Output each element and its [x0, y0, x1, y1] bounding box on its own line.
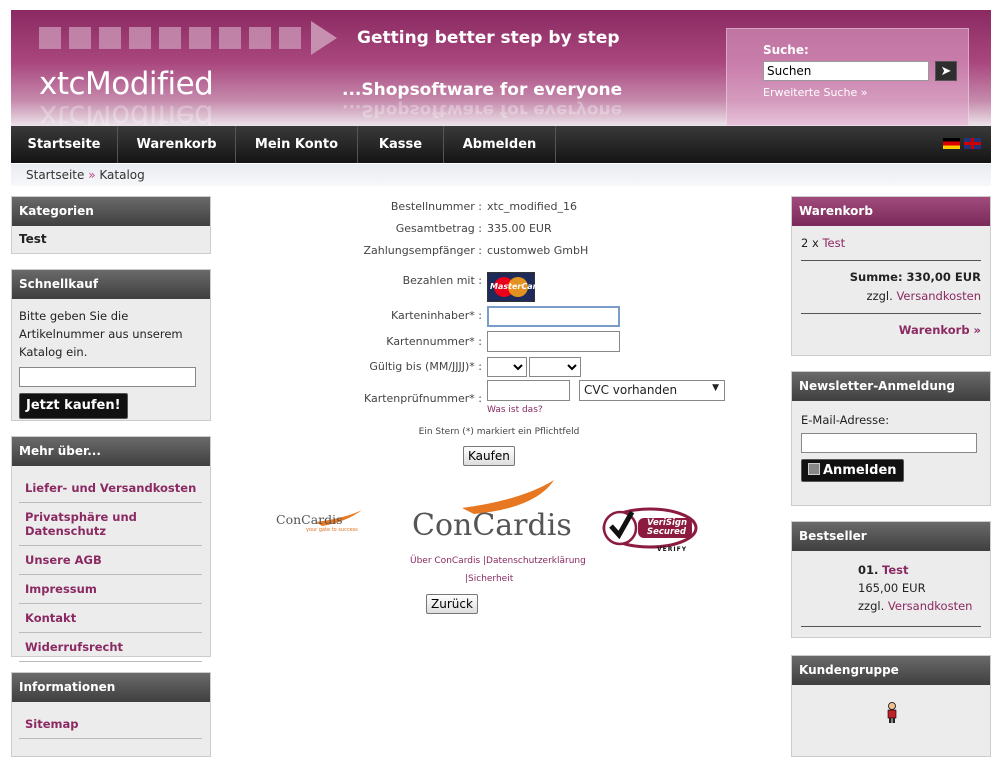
newsletter-subscribe-button[interactable]: Anmelden	[801, 459, 904, 482]
concardis-logo-large: ConCardis	[412, 478, 572, 543]
card-holder-input[interactable]	[487, 306, 620, 327]
bestseller-shipping-link[interactable]: Versandkosten	[888, 599, 973, 613]
bestseller-box: Bestseller 01. Test 165,00 EUR zzgl. Ver…	[791, 521, 991, 638]
order-number-label: Bestellnummer :	[390, 200, 482, 213]
category-item-test[interactable]: Test	[12, 226, 210, 252]
verisign-seal: VeriSign Secured VERIFY	[602, 504, 702, 557]
information-title: Informationen	[12, 673, 210, 702]
card-number-label: Kartennummer* :	[386, 335, 482, 348]
bestseller-title: Bestseller	[792, 522, 990, 551]
header-decoration	[39, 21, 337, 55]
flag-de-icon[interactable]	[943, 138, 960, 149]
link-shipping-costs[interactable]: Liefer- und Versandkosten	[19, 474, 202, 503]
link-imprint[interactable]: Impressum	[19, 575, 202, 604]
categories-box: Kategorien Test	[11, 196, 211, 254]
quickbuy-text: Bitte geben Sie die Artikelnummer aus un…	[19, 309, 183, 359]
link-sitemap[interactable]: Sitemap	[19, 710, 202, 739]
concardis-footer-links[interactable]: Über ConCardis |Datenschutzerklärung	[410, 556, 586, 566]
customer-group-box: Kundengruppe	[791, 655, 991, 757]
guest-user-icon	[885, 702, 899, 727]
cart-item-qty: 2 x	[801, 236, 819, 250]
order-number-value: xtc_modified_16	[487, 200, 578, 213]
search-input[interactable]	[763, 61, 929, 81]
concardis-logo-small: ConCardis your gate to success	[276, 510, 362, 533]
information-box: Informationen Sitemap	[11, 672, 211, 757]
chevron-down-icon: ▼	[712, 383, 719, 393]
newsletter-email-label: E-Mail-Adresse:	[801, 413, 890, 427]
nav-item-warenkorb[interactable]: Warenkorb	[118, 126, 236, 163]
cvc-select[interactable]: CVC vorhanden ▼	[579, 380, 725, 401]
more-about-title: Mehr über...	[12, 437, 210, 466]
quickbuy-title: Schnellkauf	[12, 270, 210, 299]
link-privacy[interactable]: Privatsphäre und Datenschutz	[19, 503, 202, 546]
bestseller-shipping-prefix: zzgl.	[858, 599, 885, 613]
quickbuy-button[interactable]: Jetzt kaufen!	[19, 393, 128, 419]
breadcrumb-separator: »	[88, 168, 96, 182]
link-terms[interactable]: Unsere AGB	[19, 546, 202, 575]
required-note: Ein Stern (*) markiert ein Pflichtfeld	[418, 427, 580, 437]
mastercard-icon: MasterCard	[487, 272, 542, 302]
slogan-line1: Getting better step by step	[357, 28, 620, 48]
bestseller-price: 165,00 EUR	[858, 581, 926, 595]
header-banner: xtcModified xtcModified Getting better s…	[11, 10, 991, 126]
expiry-year-select[interactable]	[529, 357, 581, 377]
bestseller-rank: 01.	[858, 563, 879, 577]
pay-with-label: Bezahlen mit :	[402, 274, 482, 287]
slogan-line2: ...Shopsoftware for everyone	[342, 80, 623, 100]
total-label: Gesamtbetrag :	[395, 222, 482, 235]
security-link[interactable]: |Sicherheit	[465, 574, 513, 584]
back-button[interactable]: Zurück	[426, 594, 478, 614]
more-about-box: Mehr über... Liefer- und Versandkosten P…	[11, 436, 211, 662]
cart-sum: Summe: 330,00 EUR	[801, 260, 981, 284]
search-box: Suche: ➤ Erweiterte Suche »	[726, 28, 969, 126]
site-logo[interactable]: xtcModified	[39, 66, 214, 102]
nav-item-mein-konto[interactable]: Mein Konto	[236, 126, 358, 163]
cvc-help-link[interactable]: Was ist das?	[487, 405, 543, 415]
slogan-reflection: ...Shopsoftware for everyone	[342, 100, 623, 120]
nav-item-kasse[interactable]: Kasse	[358, 126, 444, 163]
cart-title: Warenkorb	[792, 197, 990, 226]
customer-group-title: Kundengruppe	[792, 656, 990, 685]
valid-until-label: Gültig bis (MM/JJJJ)* :	[369, 360, 482, 373]
quickbuy-box: Schnellkauf Bitte geben Sie die Artikeln…	[11, 269, 211, 421]
link-contact[interactable]: Kontakt	[19, 604, 202, 633]
cvc-label: Kartenprüfnummer* :	[363, 392, 482, 405]
cart-shipping-link[interactable]: Versandkosten	[896, 289, 981, 303]
site-logo-reflection: xtcModified	[39, 98, 214, 126]
flag-en-icon[interactable]	[964, 138, 981, 149]
breadcrumb-home[interactable]: Startseite	[26, 168, 84, 182]
cart-item-link[interactable]: Test	[822, 236, 845, 250]
payee-label: Zahlungsempfänger :	[363, 244, 483, 257]
breadcrumb: Startseite » Katalog	[11, 164, 991, 186]
search-label: Suche:	[763, 43, 809, 57]
categories-title: Kategorien	[12, 197, 210, 226]
main-nav: Startseite Warenkorb Mein Konto Kasse Ab…	[11, 126, 991, 163]
bestseller-item-link[interactable]: Test	[882, 563, 908, 577]
total-value: 335.00 EUR	[487, 222, 552, 235]
nav-item-startseite[interactable]: Startseite	[11, 126, 118, 163]
envelope-icon	[808, 463, 820, 475]
quickbuy-input[interactable]	[19, 367, 196, 387]
card-holder-label: Karteninhaber* :	[390, 309, 482, 322]
newsletter-email-input[interactable]	[801, 433, 977, 453]
cvc-input[interactable]	[487, 380, 570, 401]
advanced-search-link[interactable]: Erweiterte Suche »	[763, 86, 968, 99]
verisign-line2: Secured	[647, 527, 687, 537]
cart-item: 2 x Test	[801, 236, 981, 250]
verisign-line3: VERIFY	[657, 546, 688, 553]
nav-item-abmelden[interactable]: Abmelden	[444, 126, 556, 163]
cart-box: Warenkorb 2 x Test Summe: 330,00 EUR zzg…	[791, 196, 991, 356]
buy-button[interactable]: Kaufen	[463, 446, 515, 466]
newsletter-title: Newsletter-Anmeldung	[792, 372, 990, 401]
cart-link[interactable]: Warenkorb »	[899, 323, 981, 337]
newsletter-box: Newsletter-Anmeldung E-Mail-Adresse: Anm…	[791, 371, 991, 506]
arrow-right-icon[interactable]: ➤	[935, 61, 957, 81]
cart-shipping-prefix: zzgl.	[866, 289, 893, 303]
card-number-input[interactable]	[487, 331, 620, 352]
link-withdrawal[interactable]: Widerrufsrecht	[19, 633, 202, 662]
payee-value: customweb GmbH	[487, 244, 589, 257]
breadcrumb-current: Katalog	[99, 168, 145, 182]
expiry-month-select[interactable]	[487, 357, 527, 377]
